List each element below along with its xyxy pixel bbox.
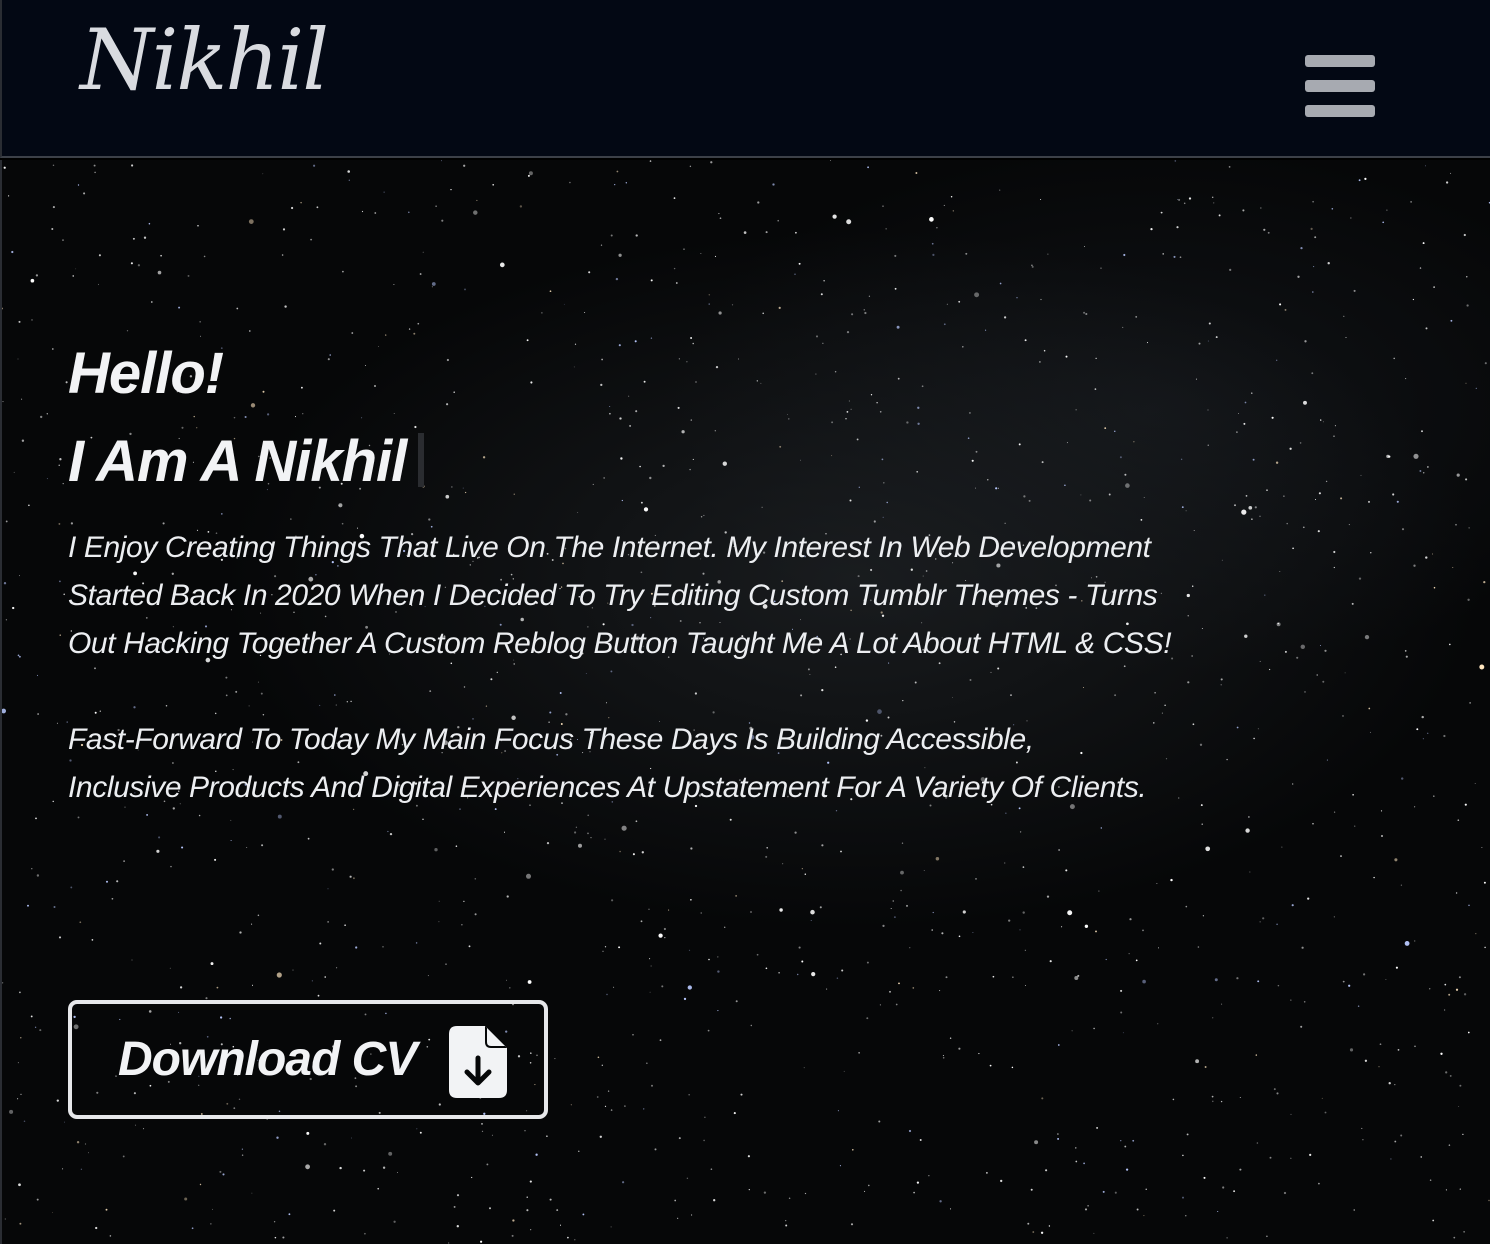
hero-greeting: Hello! I Am A Nikhil [68, 330, 1368, 506]
hero-section: Hello! I Am A Nikhil I Enjoy Creating Th… [0, 160, 1490, 1244]
menu-bar-top [1305, 55, 1375, 67]
menu-bar-middle [1305, 80, 1375, 92]
focus-paragraph: Fast-Forward To Today My Main Focus Thes… [68, 716, 1368, 812]
download-cv-label: Download CV [118, 1033, 417, 1086]
intro-paragraph-line: Started Back In 2020 When I Decided To T… [68, 579, 1158, 612]
hero-content: Hello! I Am A Nikhil I Enjoy Creating Th… [68, 330, 1368, 1119]
focus-paragraph-line: Fast-Forward To Today My Main Focus Thes… [68, 723, 1034, 756]
hello-line: Hello! [68, 341, 224, 406]
site-header: Nikhil [0, 0, 1490, 158]
menu-bar-bottom [1305, 105, 1375, 117]
file-download-icon [449, 1026, 507, 1098]
intro-paragraph-line: Out Hacking Together A Custom Reblog But… [68, 627, 1172, 660]
intro-paragraph: I Enjoy Creating Things That Live On The… [68, 524, 1368, 668]
intro-line: I Am A Nikhil [68, 429, 407, 494]
site-logo[interactable]: Nikhil [80, 18, 329, 102]
intro-paragraph-line: I Enjoy Creating Things That Live On The… [68, 531, 1151, 564]
focus-paragraph-line: Inclusive Products And Digital Experienc… [68, 771, 1147, 804]
download-cv-button[interactable]: Download CV [68, 1000, 548, 1119]
typing-cursor [418, 433, 425, 487]
hamburger-menu-icon[interactable] [1305, 55, 1375, 117]
